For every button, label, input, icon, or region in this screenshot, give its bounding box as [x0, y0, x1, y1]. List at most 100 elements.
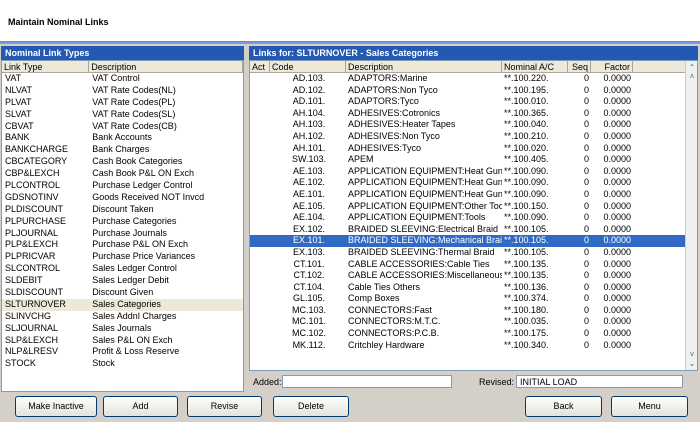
link-act: [250, 293, 270, 305]
delete-button[interactable]: Delete: [273, 396, 349, 417]
link-row[interactable]: GL.105. Comp Boxes **.100.374. 0 0.0000: [250, 293, 697, 305]
link-row[interactable]: MC.102. CONNECTORS:P.C.B. **.100.175. 0 0.00…: [250, 328, 697, 340]
column-header-seq[interactable]: Seq: [568, 61, 591, 72]
back-button[interactable]: Back: [525, 396, 602, 417]
link-row[interactable]: AH.102. ADHESIVES:Non Tyco **.100.210. 0 0.0…: [250, 131, 697, 143]
link-type-row[interactable]: VAT VAT Control: [2, 73, 243, 85]
link-seq: 0: [583, 73, 589, 83]
column-header-nominal[interactable]: Nominal A/C: [502, 61, 568, 72]
link-seq: 0: [583, 304, 589, 315]
link-row[interactable]: AH.101. ADHESIVES:Tyco **.100.020. 0 0.0000: [250, 143, 697, 155]
column-header-description[interactable]: Description: [89, 61, 243, 72]
link-type-row[interactable]: PLCONTROL Purchase Ledger Control: [2, 180, 243, 192]
link-code: AH.102.: [292, 130, 326, 141]
link-type-code: PLJOURNAL: [5, 227, 59, 238]
link-row[interactable]: AD.101. ADAPTORS:Tyco **.100.010. 0 0.0000: [250, 96, 697, 108]
link-description: ADHESIVES:Tyco: [348, 142, 422, 153]
column-header-act[interactable]: Act: [250, 61, 270, 72]
link-row[interactable]: AE.104. APPLICATION EQUIPMENT:Tools **.100…: [250, 212, 697, 224]
link-type-row[interactable]: SLDEBIT Sales Ledger Debit: [2, 275, 243, 287]
column-header-code[interactable]: Code: [270, 61, 346, 72]
link-row[interactable]: AD.102. ADAPTORS:Non Tyco **.100.195. 0 0.00…: [250, 85, 697, 97]
link-type-row[interactable]: BANKCHARGE Bank Charges: [2, 144, 243, 156]
link-type-row[interactable]: PLPRICVAR Purchase Price Variances: [2, 251, 243, 263]
link-seq: 0: [583, 223, 589, 234]
scroll-down-icon[interactable]: ˅: [687, 350, 697, 359]
links-scrollbar[interactable]: ⌃ ˄ ˅ ⌄: [685, 61, 697, 370]
link-type-row[interactable]: GDSNOTINV Goods Received NOT Invcd: [2, 192, 243, 204]
link-act: [250, 189, 270, 201]
link-types-list[interactable]: Link Type Description VAT VAT Control NLVA…: [1, 60, 244, 392]
link-act: [250, 328, 270, 340]
link-type-row[interactable]: PLP&LEXCH Purchase P&L ON Exch: [2, 239, 243, 251]
make-inactive-button[interactable]: Make Inactive: [15, 396, 97, 417]
link-row[interactable]: AE.102. APPLICATION EQUIPMENT:Heat Gun **.…: [250, 177, 697, 189]
link-type-row[interactable]: STOCK Stock: [2, 358, 243, 370]
menu-button[interactable]: Menu: [611, 396, 688, 417]
link-row[interactable]: CT.102. CABLE ACCESSORIES:Miscellaneous **…: [250, 270, 697, 282]
link-type-row[interactable]: CBCATEGORY Cash Book Categories: [2, 156, 243, 168]
link-act: [250, 247, 270, 259]
column-header-factor[interactable]: Factor: [591, 61, 633, 72]
link-row[interactable]: MK.112. Critchley Hardware **.100.340. 0 0.0…: [250, 340, 697, 352]
link-row[interactable]: AE.101. APPLICATION EQUIPMENT:Heat Guns **…: [250, 189, 697, 201]
link-type-row[interactable]: CBVAT VAT Rate Codes(CB): [2, 121, 243, 133]
link-act: [250, 177, 270, 189]
link-factor: 0.0000: [603, 165, 631, 176]
link-row[interactable]: CT.104. Cable Ties Others **.100.136. 0 0.00…: [250, 282, 697, 294]
link-type-row[interactable]: SLJOURNAL Sales Journals: [2, 323, 243, 335]
link-row[interactable]: SW.103. APEM **.100.405. 0 0.0000: [250, 154, 697, 166]
link-nominal: **.100.136.: [504, 281, 549, 292]
link-seq: 0: [583, 119, 589, 130]
link-type-row[interactable]: SLDISCOUNT Discount Given: [2, 287, 243, 299]
link-act: [250, 282, 270, 294]
link-type-code: PLVAT: [5, 96, 32, 107]
revised-field: INITIAL LOAD: [516, 375, 683, 388]
revise-button[interactable]: Revise: [187, 396, 262, 417]
add-button[interactable]: Add: [103, 396, 178, 417]
link-factor: 0.0000: [603, 235, 631, 246]
link-seq: 0: [583, 200, 589, 211]
link-type-row[interactable]: BANK Bank Accounts: [2, 132, 243, 144]
link-row[interactable]: AE.105. APPLICATION EQUIPMENT:Other Tools…: [250, 201, 697, 213]
column-header-link-type[interactable]: Link Type: [2, 61, 90, 72]
link-type-code: CBCATEGORY: [5, 156, 68, 167]
column-header-description[interactable]: Description: [346, 61, 502, 72]
link-description: APPLICATION EQUIPMENT:Heat Gun: [348, 177, 502, 188]
link-row[interactable]: MC.103. CONNECTORS:Fast **.100.180. 0 0.0000: [250, 305, 697, 317]
link-code: MC.102.: [291, 328, 326, 339]
link-type-row[interactable]: PLJOURNAL Purchase Journals: [2, 228, 243, 240]
link-type-row[interactable]: NLVAT VAT Rate Codes(NL): [2, 85, 243, 97]
link-factor: 0.0000: [603, 107, 631, 118]
link-type-description: Purchase Ledger Control: [92, 180, 193, 191]
link-row[interactable]: AE.103. APPLICATION EQUIPMENT:Heat Gun **.…: [250, 166, 697, 178]
link-type-row[interactable]: NLP&LRESV Profit & Loss Reserve: [2, 346, 243, 358]
link-row[interactable]: EX.102. BRAIDED SLEEVING:Electrical Braid…: [250, 224, 697, 236]
links-list[interactable]: Act Code Description Nominal A/C Seq Fac…: [249, 60, 698, 371]
link-factor: 0.0000: [603, 212, 631, 223]
link-code: MC.101.: [291, 316, 326, 327]
scroll-up-double-icon[interactable]: ⌃: [687, 63, 697, 72]
link-row[interactable]: CT.101. CABLE ACCESSORIES:Cable Ties **.10…: [250, 259, 697, 271]
link-seq: 0: [583, 142, 589, 153]
link-seq: 0: [583, 84, 589, 95]
link-type-row[interactable]: SLP&LEXCH Sales P&L ON Exch: [2, 335, 243, 347]
link-type-row[interactable]: SLINVCHG Sales Addnl Charges: [2, 311, 243, 323]
link-type-row[interactable]: CBP&LEXCH Cash Book P&L ON Exch: [2, 168, 243, 180]
link-type-row[interactable]: PLVAT VAT Rate Codes(PL): [2, 97, 243, 109]
link-type-row[interactable]: PLPURCHASE Purchase Categories: [2, 216, 243, 228]
scroll-up-icon[interactable]: ˄: [687, 72, 697, 81]
link-row[interactable]: AH.103. ADHESIVES:Heater Tapes **.100.040.…: [250, 119, 697, 131]
link-row[interactable]: EX.103. BRAIDED SLEEVING:Thermal Braid **.…: [250, 247, 697, 259]
link-type-row[interactable]: SLTURNOVER Sales Categories: [2, 298, 243, 311]
link-act: [250, 143, 270, 155]
link-type-row[interactable]: PLDISCOUNT Discount Taken: [2, 204, 243, 216]
link-row[interactable]: EX.101. BRAIDED SLEEVING:Mechanical Braid…: [250, 235, 697, 247]
link-row[interactable]: MC.101. CONNECTORS:M.T.C. **.100.035. 0 0.00…: [250, 316, 697, 328]
link-type-row[interactable]: SLVAT VAT Rate Codes(SL): [2, 109, 243, 121]
scroll-down-double-icon[interactable]: ⌄: [687, 359, 697, 368]
link-row[interactable]: AD.103. ADAPTORS:Marine **.100.220. 0 0.0000: [250, 73, 697, 85]
link-type-row[interactable]: SLCONTROL Sales Ledger Control: [2, 263, 243, 275]
link-row[interactable]: AH.104. ADHESIVES:Cotronics **.100.365. 0 0.…: [250, 108, 697, 120]
link-seq: 0: [583, 154, 589, 165]
